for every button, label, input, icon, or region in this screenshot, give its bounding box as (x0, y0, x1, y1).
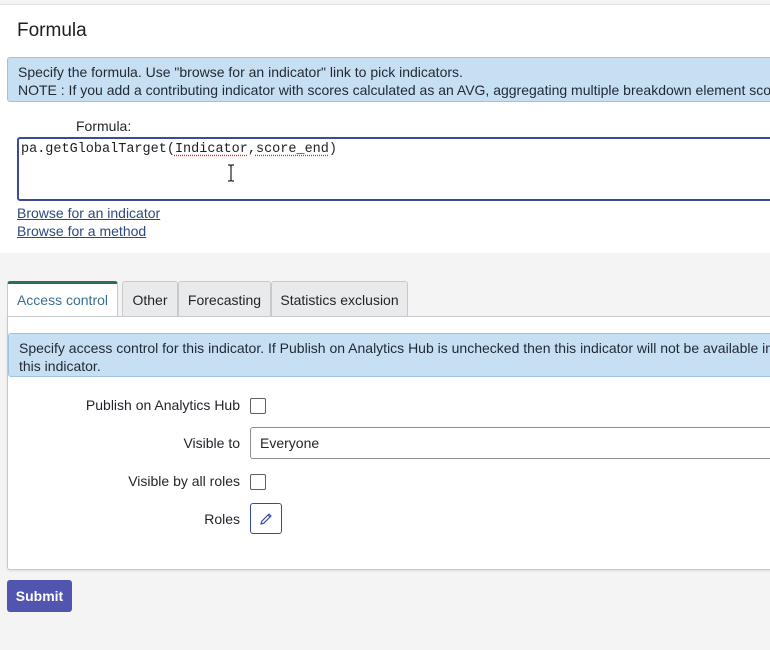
formula-info-line-2: NOTE : If you add a contributing indicat… (18, 82, 770, 98)
formula-label: Formula: (76, 118, 132, 134)
access-info-message: Specify access control for this indicato… (8, 333, 770, 377)
tab-access-control[interactable]: Access control (7, 281, 118, 317)
visible-all-roles-label: Visible by all roles (128, 473, 240, 489)
visible-to-label: Visible to (183, 435, 240, 451)
publish-label: Publish on Analytics Hub (85, 397, 240, 413)
formula-info-message: Specify the formula. Use "browse for an … (7, 57, 770, 102)
pencil-icon (260, 512, 272, 525)
formula-text-arg1: Indicator (174, 142, 248, 157)
text-cursor-icon (228, 164, 234, 182)
formula-text-arg2: score_end (255, 142, 329, 157)
tab-statistics-exclusion[interactable]: Statistics exclusion (271, 281, 408, 316)
visible-to-select[interactable]: Everyone (250, 427, 770, 459)
submit-button[interactable]: Submit (7, 580, 72, 612)
browse-indicator-link[interactable]: Browse for an indicator (17, 205, 160, 221)
formula-text-comma: , (247, 142, 256, 157)
access-control-panel: Specify access control for this indicato… (7, 316, 770, 570)
tab-forecasting[interactable]: Forecasting (178, 281, 271, 316)
access-info-line-2: this indicator. (19, 358, 101, 374)
formula-text-prefix: pa.getGlobalTarget( (21, 142, 175, 157)
formula-info-line-1: Specify the formula. Use "browse for an … (18, 64, 463, 80)
publish-checkbox[interactable] (250, 398, 266, 414)
roles-label: Roles (204, 511, 240, 527)
tab-other[interactable]: Other (122, 281, 178, 316)
formula-section: Formula Specify the formula. Use "browse… (0, 5, 770, 253)
section-title: Formula (17, 20, 87, 41)
browse-method-link[interactable]: Browse for a method (17, 223, 146, 239)
formula-textarea[interactable]: pa.getGlobalTarget(Indicator,score_end) (17, 137, 770, 201)
formula-text-suffix: ) (328, 142, 337, 157)
edit-roles-button[interactable] (250, 503, 282, 534)
visible-all-roles-checkbox[interactable] (250, 474, 266, 490)
access-info-line-1: Specify access control for this indicato… (19, 340, 770, 356)
